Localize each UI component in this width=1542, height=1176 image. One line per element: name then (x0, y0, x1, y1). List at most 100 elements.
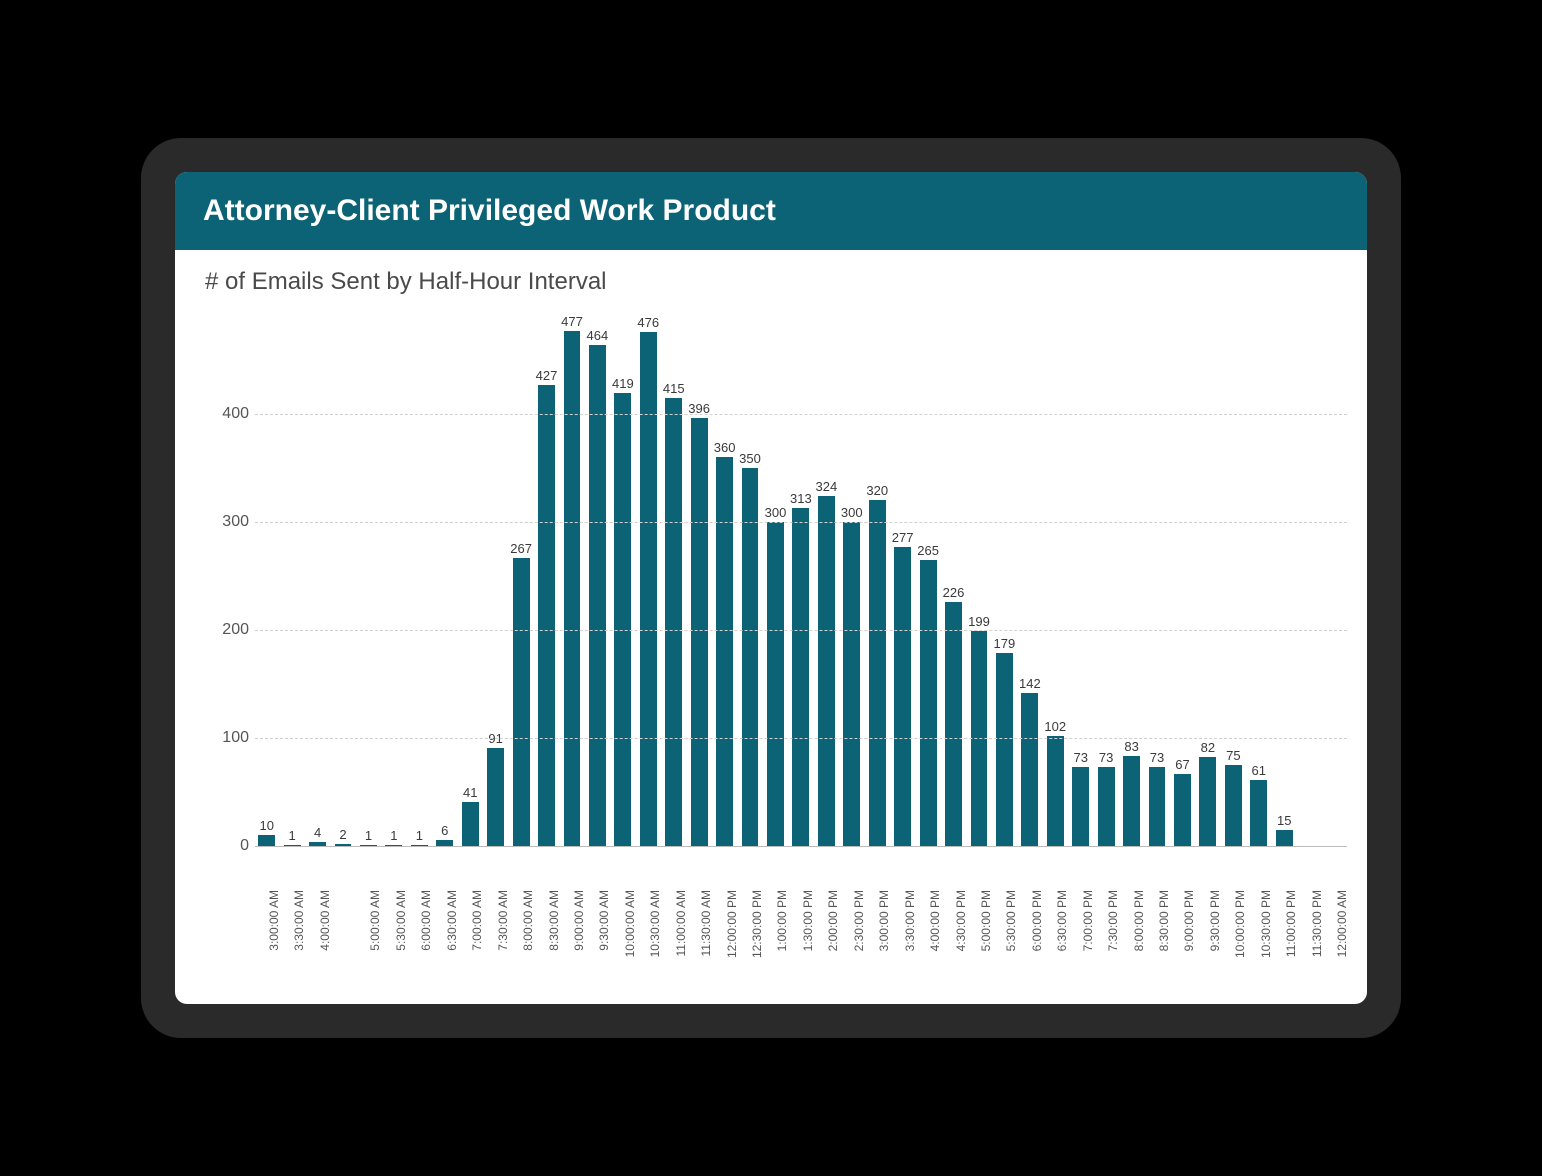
bar (716, 457, 733, 846)
bar-value-label: 477 (561, 314, 583, 329)
bar-column: 464 (586, 306, 609, 846)
baseline (255, 846, 1347, 847)
x-tick-label: 11:30:00 PM (1310, 890, 1324, 957)
bar-value-label: 313 (790, 491, 812, 506)
bar (1225, 765, 1242, 846)
bar-column: 396 (687, 306, 710, 846)
bar-value-label: 179 (994, 636, 1016, 651)
bar-value-label: 277 (892, 530, 914, 545)
bar-column: 82 (1196, 306, 1219, 846)
bar-column: 320 (866, 306, 889, 846)
bar (1072, 767, 1089, 846)
x-label-column: 6:30:00 AM (433, 886, 456, 986)
bar-value-label: 427 (536, 368, 558, 383)
bar-column: 73 (1094, 306, 1117, 846)
plot-area: 1014211164191267427477464419476415396360… (255, 306, 1347, 846)
bar-value-label: 15 (1277, 813, 1291, 828)
chart-title: # of Emails Sent by Half-Hour Interval (205, 268, 1347, 296)
x-label-column: 10:00:00 AM (611, 886, 634, 986)
bar-column: 313 (789, 306, 812, 846)
x-tick-label: 12:30:00 PM (750, 890, 764, 958)
x-tick-label: 12:00:00 PM (725, 890, 739, 958)
x-label-column: 5:30:00 PM (993, 886, 1016, 986)
bar-column: 73 (1069, 306, 1092, 846)
bar-column: 226 (942, 306, 965, 846)
bar-value-label: 1 (365, 828, 372, 843)
bar (462, 802, 479, 846)
bar-value-label: 73 (1073, 750, 1087, 765)
x-tick-label: 3:30:00 PM (903, 890, 917, 951)
bar (487, 748, 504, 846)
bar-column: 41 (459, 306, 482, 846)
bar-column: 350 (738, 306, 761, 846)
x-tick-label: 11:30:00 AM (699, 890, 713, 957)
x-label-column: 7:00:00 AM (459, 886, 482, 986)
x-label-column: 3:00:00 AM (255, 886, 278, 986)
bar-column: 102 (1044, 306, 1067, 846)
bar (945, 602, 962, 846)
x-label-column: 2:30:00 PM (840, 886, 863, 986)
bar-value-label: 1 (289, 828, 296, 843)
bar-column: 419 (611, 306, 634, 846)
bars-container: 1014211164191267427477464419476415396360… (255, 306, 1347, 846)
bar (640, 332, 657, 846)
x-tick-label: 3:00:00 PM (877, 890, 891, 951)
bar-value-label: 464 (587, 328, 609, 343)
x-label-column: 12:00:00 PM (713, 886, 736, 986)
bar-column: 300 (840, 306, 863, 846)
x-tick-label: 2:00:00 PM (826, 890, 840, 951)
x-axis: 3:00:00 AM3:30:00 AM4:00:00 AM5:00:00 AM… (255, 886, 1347, 986)
x-label-column: 1:30:00 PM (789, 886, 812, 986)
gridline (255, 522, 1347, 523)
x-tick-label: 11:00:00 PM (1284, 890, 1298, 957)
bar-value-label: 2 (339, 827, 346, 842)
bar-value-label: 6 (441, 823, 448, 838)
bar-column: 75 (1222, 306, 1245, 846)
x-label-column: 6:00:00 PM (1018, 886, 1041, 986)
x-tick-label: 9:00:00 AM (572, 890, 586, 951)
bar (1149, 767, 1166, 846)
x-tick-label: 6:30:00 PM (1055, 890, 1069, 951)
bar-column: 415 (662, 306, 685, 846)
x-label-column: 9:00:00 AM (560, 886, 583, 986)
x-tick-label: 8:30:00 PM (1157, 890, 1171, 951)
device-frame: Attorney-Client Privileged Work Product … (141, 138, 1401, 1038)
bar-column: 1 (408, 306, 431, 846)
bar-value-label: 61 (1252, 763, 1266, 778)
x-label-column: 12:30:00 PM (738, 886, 761, 986)
bar (1021, 693, 1038, 846)
bar (1047, 736, 1064, 846)
x-label-column: 11:00:00 AM (662, 886, 685, 986)
y-tick-label: 0 (199, 837, 249, 855)
x-tick-label: 3:30:00 AM (292, 890, 306, 951)
bar (538, 385, 555, 846)
bar (691, 418, 708, 846)
x-tick-label: 4:00:00 PM (928, 890, 942, 951)
chart: 0100200300400 10142111641912674274774644… (195, 306, 1347, 886)
x-label-column: 10:30:00 AM (637, 886, 660, 986)
x-label-column: 4:00:00 PM (916, 886, 939, 986)
bar-column: 1 (382, 306, 405, 846)
bar (869, 500, 886, 846)
bar-column: 300 (764, 306, 787, 846)
bar-value-label: 360 (714, 440, 736, 455)
bar-column: 73 (1145, 306, 1168, 846)
bar-value-label: 199 (968, 614, 990, 629)
card-header: Attorney-Client Privileged Work Product (175, 172, 1367, 250)
bar (792, 508, 809, 846)
x-label-column: 5:00:00 PM (967, 886, 990, 986)
bar (614, 393, 631, 846)
x-label-column: 5:30:00 AM (382, 886, 405, 986)
x-tick-label: 11:00:00 AM (674, 890, 688, 957)
bar-column: 267 (509, 306, 532, 846)
report-card: Attorney-Client Privileged Work Product … (175, 172, 1367, 1004)
x-tick-label: 5:00:00 AM (368, 890, 382, 951)
x-tick-label: 1:30:00 PM (801, 890, 815, 951)
bar-column: 4 (306, 306, 329, 846)
x-tick-label: 5:30:00 AM (394, 890, 408, 951)
x-tick-label: 9:00:00 PM (1182, 890, 1196, 951)
bar (665, 398, 682, 846)
x-label-column: 10:30:00 PM (1247, 886, 1270, 986)
bar-value-label: 267 (510, 541, 532, 556)
x-label-column: 5:00:00 AM (357, 886, 380, 986)
